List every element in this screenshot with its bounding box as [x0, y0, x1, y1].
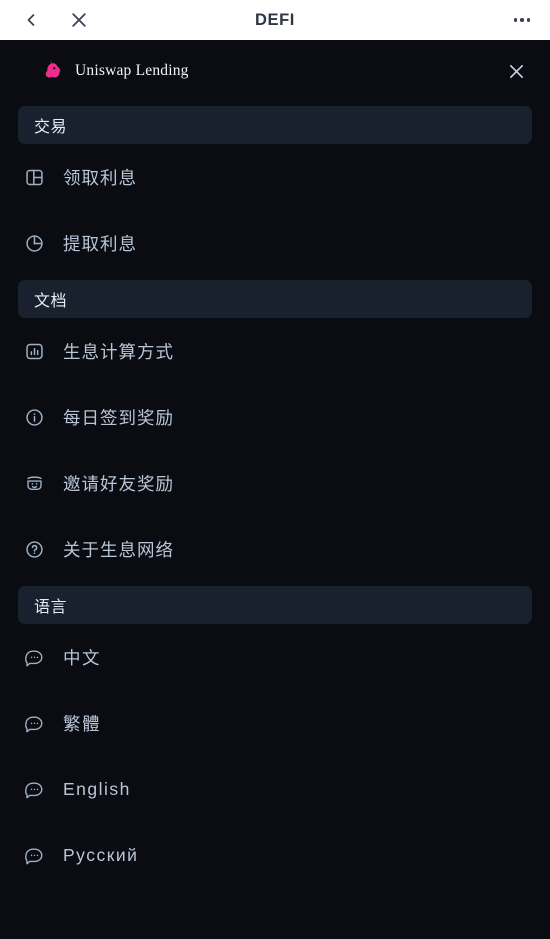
brand-name: Uniswap Lending [75, 62, 189, 79]
more-options-button[interactable] [513, 18, 530, 22]
menu-item-label: 提取利息 [63, 233, 137, 254]
chat-bubble-icon [23, 778, 45, 800]
section-items-language: 中文 繁體 English Русский [18, 624, 532, 888]
menu-item-invite-friends-reward[interactable]: 邀请好友奖励 [18, 450, 532, 516]
menu-item-language-chinese-traditional[interactable]: 繁體 [18, 690, 532, 756]
section-title: 文档 [34, 293, 68, 310]
menu-item-label: 中文 [63, 647, 101, 668]
close-icon [72, 13, 86, 27]
menu-sheet: Uniswap Lending 交易 领取利息 提取利息 文档 生息计算方式 每… [0, 40, 550, 939]
close-panel-button[interactable] [502, 57, 530, 85]
section-header-docs: 文档 [18, 280, 532, 318]
pie-chart-icon [23, 232, 45, 254]
section-header-language: 语言 [18, 586, 532, 624]
menu-item-about-network[interactable]: 关于生息网络 [18, 516, 532, 582]
smiley-face-icon [23, 472, 45, 494]
menu-item-label: 领取利息 [63, 167, 137, 188]
menu-item-label: 每日签到奖励 [63, 407, 174, 428]
menu-item-claim-interest[interactable]: 领取利息 [18, 144, 532, 210]
menu-section-docs: 文档 生息计算方式 每日签到奖励 邀请好友奖励 关于生息网络 [18, 280, 532, 582]
chevron-left-icon [27, 14, 35, 26]
section-title: 交易 [34, 119, 68, 136]
chat-bubble-icon [23, 712, 45, 734]
menu-item-label: 邀请好友奖励 [63, 473, 174, 494]
bar-chart-icon [23, 340, 45, 362]
menu-item-language-chinese-simplified[interactable]: 中文 [18, 624, 532, 690]
uniswap-unicorn-logo [45, 60, 61, 78]
info-circle-icon [23, 406, 45, 428]
menu-section-trading: 交易 领取利息 提取利息 [18, 106, 532, 276]
browser-top-bar: DEFI [0, 0, 550, 40]
more-dot [520, 18, 524, 22]
section-items-trading: 领取利息 提取利息 [18, 144, 532, 276]
panel-layout-icon [23, 166, 45, 188]
section-items-docs: 生息计算方式 每日签到奖励 邀请好友奖励 关于生息网络 [18, 318, 532, 582]
more-dot [526, 18, 530, 22]
menu-item-language-english[interactable]: English [18, 756, 532, 822]
section-title: 语言 [34, 599, 68, 616]
top-bar-actions [513, 18, 550, 22]
menu-item-label: English [63, 778, 131, 799]
menu-item-label: 生息计算方式 [63, 341, 174, 362]
menu-item-label: 繁體 [63, 713, 101, 734]
menu-item-daily-checkin-reward[interactable]: 每日签到奖励 [18, 384, 532, 450]
menu-item-label: Русский [63, 844, 139, 865]
menu-item-interest-calculation[interactable]: 生息计算方式 [18, 318, 532, 384]
chat-bubble-icon [23, 646, 45, 668]
menu-item-withdraw-interest[interactable]: 提取利息 [18, 210, 532, 276]
chat-bubble-icon [23, 844, 45, 866]
close-page-button[interactable] [66, 7, 92, 33]
close-icon [509, 64, 523, 78]
section-header-trading: 交易 [18, 106, 532, 144]
top-bar-nav-group [0, 7, 92, 33]
menu-list: 交易 领取利息 提取利息 文档 生息计算方式 每日签到奖励 邀请好友奖励 关于生… [0, 106, 550, 888]
menu-section-language: 语言 中文 繁體 English Русский [18, 586, 532, 888]
menu-item-label: 关于生息网络 [63, 539, 174, 560]
back-button[interactable] [18, 7, 44, 33]
brand: Uniswap Lending [40, 58, 189, 84]
more-dot [513, 18, 517, 22]
question-circle-icon [23, 538, 45, 560]
menu-item-language-russian[interactable]: Русский [18, 822, 532, 888]
brand-row: Uniswap Lending [0, 40, 550, 102]
